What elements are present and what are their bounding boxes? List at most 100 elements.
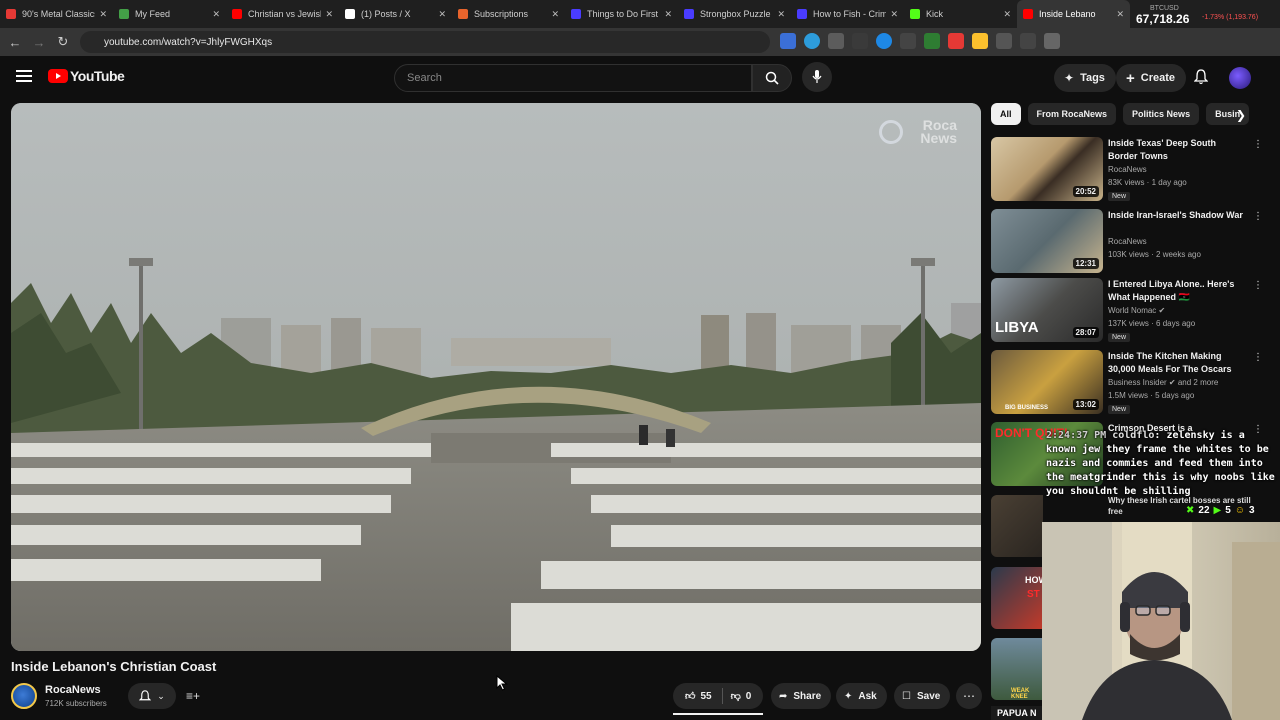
extension-icon[interactable] — [996, 33, 1012, 49]
chevron-right-icon[interactable]: ❯ — [1236, 108, 1246, 122]
tab-title: Strongbox Puzzle — [700, 9, 771, 19]
dislike-button[interactable]: 👎︎ 0 — [723, 683, 760, 709]
recommended-channel[interactable]: RocaNews — [1108, 165, 1147, 174]
more-actions-button[interactable]: ⋯ — [956, 683, 982, 709]
tags-label: Tags — [1080, 72, 1105, 84]
thumbnail-text: PAPUA N — [997, 708, 1037, 718]
ask-button[interactable]: ✦ Ask — [836, 683, 887, 709]
close-tab-icon[interactable]: ✕ — [1003, 9, 1011, 20]
account-avatar[interactable] — [1229, 67, 1251, 89]
recommended-channel[interactable]: Business Insider ✔ and 2 more — [1108, 378, 1218, 387]
menu-icon[interactable] — [16, 70, 32, 82]
filter-chip[interactable]: All — [991, 103, 1021, 125]
video-thumbnail[interactable]: 12:31 — [991, 209, 1103, 273]
add-to-queue-icon[interactable]: ≡+ — [183, 686, 203, 706]
channel-avatar[interactable] — [11, 683, 37, 709]
video-thumbnail[interactable]: LIBYA 28:07 — [991, 278, 1103, 342]
reload-icon[interactable]: ↻ — [51, 30, 75, 54]
logo-text: YouTube — [70, 68, 125, 84]
channel-name[interactable]: RocaNews — [45, 684, 101, 696]
create-button[interactable]: + Create — [1116, 64, 1187, 92]
sidebar-thumbnail[interactable]: WEAK KNEE — [991, 638, 1043, 700]
browser-tab[interactable]: Kick ✕ — [904, 0, 1017, 28]
back-icon[interactable]: ← — [3, 30, 27, 54]
close-tab-icon[interactable]: ✕ — [438, 9, 446, 20]
ticker-change: -1.73% (1,193.76) — [1202, 14, 1259, 21]
more-options-icon[interactable]: ⋮ — [1253, 352, 1263, 363]
browser-tab[interactable]: Subscriptions ✕ — [452, 0, 565, 28]
tab-title: 90's Metal Classics — [22, 9, 96, 19]
search-box[interactable] — [394, 64, 752, 92]
sidebar-thumbnail[interactable]: HOW ST — [991, 567, 1047, 629]
close-tab-icon[interactable]: ✕ — [551, 9, 559, 20]
close-tab-icon[interactable]: ✕ — [777, 9, 785, 20]
sidebar-thumbnail[interactable]: PAPUA N — [991, 706, 1043, 720]
search-button[interactable] — [752, 64, 792, 92]
recommended-title[interactable]: Inside Iran-Israel's Shadow War — [1108, 209, 1244, 222]
close-tab-icon[interactable]: ✕ — [890, 9, 898, 20]
close-tab-icon[interactable]: ✕ — [325, 9, 333, 20]
more-options-icon[interactable]: ⋮ — [1253, 280, 1263, 291]
browser-tab[interactable]: Things to Do First ✕ — [565, 0, 678, 28]
emote-icon: ☺ — [1234, 505, 1245, 516]
filter-chips: All From RocaNews Politics News Busin — [991, 103, 1261, 125]
extension-icon[interactable] — [1044, 33, 1060, 49]
recommended-video[interactable]: 12:31 Inside Iran-Israel's Shadow War Roca… — [991, 209, 1263, 273]
extension-icon[interactable] — [924, 33, 940, 49]
more-options-icon[interactable]: ⋮ — [1253, 211, 1263, 222]
browser-tab[interactable]: My Feed ✕ — [113, 0, 226, 28]
extension-icon[interactable] — [1020, 33, 1036, 49]
recommended-title[interactable]: I Entered Libya Alone.. Here's What Happ… — [1108, 278, 1244, 304]
recommended-channel[interactable]: World Nomac ✔ — [1108, 306, 1165, 315]
close-tab-icon[interactable]: ✕ — [664, 9, 672, 20]
filter-chip[interactable]: Politics News — [1123, 103, 1200, 125]
recommended-title[interactable]: Inside Texas' Deep South Border Towns — [1108, 137, 1244, 163]
extension-icon[interactable] — [804, 33, 820, 49]
share-button[interactable]: ➦ Share — [771, 683, 832, 709]
recommended-title[interactable]: Inside The Kitchen Making 30,000 Meals F… — [1108, 350, 1244, 376]
close-tab-icon[interactable]: ✕ — [99, 9, 107, 20]
more-options-icon[interactable]: ⋮ — [1253, 139, 1263, 150]
browser-tab[interactable]: Strongbox Puzzle ✕ — [678, 0, 791, 28]
browser-tab[interactable]: How to Fish - Crim ✕ — [791, 0, 904, 28]
browser-tab[interactable]: 90's Metal Classics ✕ — [0, 0, 113, 28]
filter-chip[interactable]: From RocaNews — [1027, 103, 1117, 125]
extension-icon[interactable] — [876, 33, 892, 49]
video-thumbnail[interactable]: 20:52 — [991, 137, 1103, 201]
url-field[interactable]: youtube.com/watch?v=JhlyFWGHXqs — [80, 31, 770, 53]
tags-button[interactable]: ✦ Tags — [1054, 64, 1116, 92]
save-button[interactable]: ☐ Save — [894, 683, 951, 709]
extension-icon[interactable] — [948, 33, 964, 49]
notifications-button[interactable] — [1190, 66, 1212, 88]
extension-icon[interactable] — [828, 33, 844, 49]
extension-icon[interactable] — [780, 33, 796, 49]
browser-tab[interactable]: Inside Lebano ✕ — [1017, 0, 1130, 28]
search-input[interactable] — [407, 72, 751, 84]
video-thumbnail[interactable]: BIG BUSINESS 13:02 — [991, 350, 1103, 414]
sidebar-thumbnail[interactable] — [991, 495, 1043, 557]
recommended-video[interactable]: LIBYA 28:07 I Entered Libya Alone.. Here's… — [991, 278, 1263, 342]
browser-tab[interactable]: (1) Posts / X ✕ — [339, 0, 452, 28]
streamer-webcam — [1042, 522, 1280, 720]
mouse-cursor — [496, 675, 508, 691]
close-tab-icon[interactable]: ✕ — [212, 9, 220, 20]
forward-icon[interactable]: → — [27, 30, 51, 54]
new-badge: New — [1108, 192, 1131, 201]
like-button[interactable]: 👍︎ 55 — [673, 683, 722, 709]
recommended-video[interactable]: BIG BUSINESS 13:02 Inside The Kitchen Maki… — [991, 350, 1263, 414]
extension-icon[interactable] — [852, 33, 868, 49]
close-tab-icon[interactable]: ✕ — [1116, 9, 1124, 20]
recommended-channel[interactable]: RocaNews — [1108, 237, 1147, 246]
recommended-video[interactable]: 20:52 Inside Texas' Deep South Border Tow… — [991, 137, 1263, 201]
browser-tab[interactable]: Christian vs Jewish ✕ — [226, 0, 339, 28]
subscription-bell-button[interactable]: ⌄ — [128, 683, 176, 709]
bell-icon — [1194, 69, 1208, 85]
voice-search-button[interactable] — [802, 62, 832, 92]
video-player[interactable]: Roca News — [11, 103, 981, 651]
tab-favicon-icon — [571, 9, 581, 19]
youtube-logo[interactable]: YouTube — [48, 68, 125, 84]
thumbnail-text: LIBYA — [995, 319, 1039, 336]
extension-icon[interactable] — [900, 33, 916, 49]
tab-title: How to Fish - Crim — [813, 9, 887, 19]
extension-icon[interactable] — [972, 33, 988, 49]
